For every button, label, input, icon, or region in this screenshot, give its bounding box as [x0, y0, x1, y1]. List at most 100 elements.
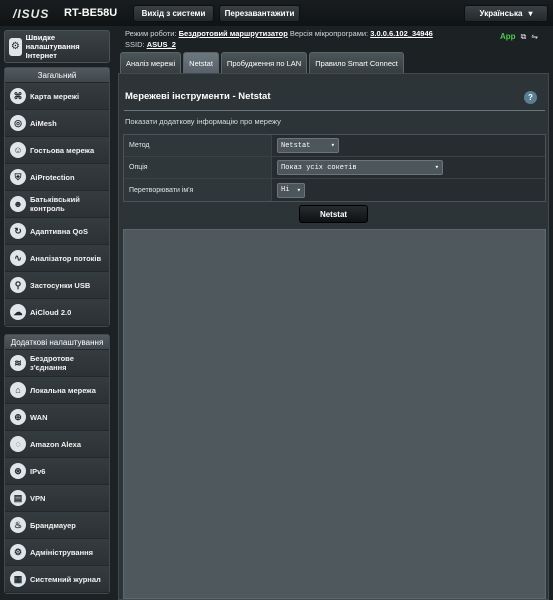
sidebar-item-cloud[interactable]: ☁ AiCloud 2.0: [5, 299, 109, 326]
firmware-version-link[interactable]: 3.0.0.6.102_34946: [370, 29, 433, 38]
sidebar-item-administration[interactable]: ⚙ Адміністрування: [5, 539, 109, 566]
page-title: Мережеві інструменти - Netstat: [125, 91, 271, 102]
parental-control-icon: ☻: [10, 196, 26, 212]
advanced-menu: Додаткові налаштування ≋ Бездротове з'єдн…: [4, 334, 110, 594]
guest-network-icon: ☺: [10, 142, 26, 158]
sidebar-item-label: Батьківський контроль: [30, 195, 80, 213]
lan-icon: ⌂: [10, 382, 26, 398]
status-info: Режим роботи: Бездротовий маршрутизатор …: [125, 28, 433, 50]
sidebar-item-label: Адаптивна QoS: [30, 226, 88, 236]
netstat-run-button[interactable]: Netstat: [299, 205, 368, 223]
help-icon[interactable]: ?: [524, 91, 537, 104]
tab-network-analysis[interactable]: Аналіз мережі: [120, 52, 182, 73]
sidebar-item-guest-network[interactable]: ☺ Гостьова мережа: [5, 137, 109, 164]
shield-icon: ⛨: [10, 169, 26, 185]
usb-icon: ⚲: [10, 277, 26, 293]
firewall-icon: ♨: [10, 517, 26, 533]
resolve-name-label: Перетворювати ім'я: [124, 179, 272, 201]
sidebar-item-ipv6[interactable]: ⊛ IPv6: [5, 458, 109, 485]
sidebar-item-label: Бездротове з'єднання: [30, 354, 74, 372]
sidebar-item-label: Локальна мережа: [30, 385, 96, 395]
method-value: Netstat: [281, 141, 311, 150]
sidebar-item-label: VPN: [30, 493, 46, 503]
reboot-button[interactable]: Перезавантажити: [219, 5, 300, 22]
method-label: Метод: [124, 135, 272, 156]
quick-setup-label: Швидке налаштування Інтернет: [25, 33, 80, 60]
method-select[interactable]: Netstat ▾: [277, 138, 339, 153]
sidebar-item-label: Гостьова мережа: [30, 145, 95, 155]
administration-icon: ⚙: [10, 544, 26, 560]
sidebar-item-label: AiProtection: [30, 172, 75, 182]
sidebar-item-wan[interactable]: ⊕ WAN: [5, 404, 109, 431]
sidebar-item-traffic-analyzer[interactable]: ∿ Аналізатор потоків: [5, 245, 109, 272]
advanced-menu-title: Додаткові налаштування: [5, 335, 109, 350]
tab-bar: Аналіз мережі Netstat Пробудження по LAN…: [120, 52, 404, 73]
sidebar-item-system-log[interactable]: ▦ Системний журнал: [5, 566, 109, 593]
vpn-icon: ▤: [10, 490, 26, 506]
sidebar-item-label: Адміністрування: [30, 547, 94, 557]
divider: [124, 110, 545, 111]
resolve-name-select[interactable]: Ні ▾: [277, 182, 305, 198]
general-menu-title: Загальний: [5, 68, 109, 83]
sidebar-item-shield[interactable]: ⛨ AiProtection: [5, 164, 109, 191]
language-selector[interactable]: Українська ▾: [464, 5, 548, 22]
option-label: Опція: [124, 157, 272, 178]
wan-icon: ⊕: [10, 409, 26, 425]
chevron-down-icon: ▾: [296, 186, 301, 195]
operation-mode-link[interactable]: Бездротовий маршрутизатор: [179, 29, 288, 38]
quick-setup-icon: ⚙: [9, 37, 22, 56]
quick-internet-setup[interactable]: ⚙ Швидке налаштування Інтернет: [4, 30, 110, 63]
sidebar-item-alexa[interactable]: ◌ Amazon Alexa: [5, 431, 109, 458]
model-name: RT-BE58U: [64, 7, 118, 19]
network-map-icon: ⌘: [10, 88, 26, 104]
aimesh-icon: ◎: [10, 115, 26, 131]
network-status-icon[interactable]: ⧉: [521, 32, 527, 42]
language-label: Українська: [479, 9, 523, 18]
tab-wake-on-lan[interactable]: Пробудження по LAN: [220, 52, 308, 73]
form-row-method: Метод Netstat ▾: [124, 135, 545, 157]
alexa-icon: ◌: [10, 436, 26, 452]
sidebar-item-usb[interactable]: ⚲ Застосунки USB: [5, 272, 109, 299]
tab-netstat[interactable]: Netstat: [183, 52, 219, 73]
sidebar-item-qos[interactable]: ↻ Адаптивна QoS: [5, 218, 109, 245]
usb-status-icon[interactable]: ⇋: [531, 32, 538, 42]
firmware-label: Версія мікропрограми:: [289, 29, 369, 38]
sidebar-item-network-map[interactable]: ⌘ Карта мережі: [5, 83, 109, 110]
sidebar-item-wireless[interactable]: ≋ Бездротове з'єднання: [5, 350, 109, 377]
sidebar-item-label: Аналізатор потоків: [30, 253, 102, 263]
qos-icon: ↻: [10, 223, 26, 239]
tab-smart-connect-rule[interactable]: Правило Smart Connect: [309, 52, 404, 73]
sidebar-item-label: Застосунки USB: [30, 280, 91, 290]
sidebar-item-vpn[interactable]: ▤ VPN: [5, 485, 109, 512]
netstat-form: Метод Netstat ▾ Опція Показ усіх сокетів…: [123, 134, 546, 202]
option-select[interactable]: Показ усіх сокетів ▾: [277, 160, 443, 175]
sidebar-item-parental-control[interactable]: ☻ Батьківський контроль: [5, 191, 109, 218]
logout-button[interactable]: Вихід з системи: [133, 5, 214, 22]
traffic-analyzer-icon: ∿: [10, 250, 26, 266]
sidebar-item-label: Amazon Alexa: [30, 439, 81, 449]
sidebar-item-label: AiMesh: [30, 118, 57, 128]
chevron-down-icon: ▾: [330, 142, 335, 150]
sidebar-item-label: Брандмауер: [30, 520, 76, 530]
ipv6-icon: ⊛: [10, 463, 26, 479]
general-menu: Загальний ⌘ Карта мережі ◎ AiMesh ☺ Гостьова …: [4, 67, 110, 327]
netstat-panel: Мережеві інструменти - Netstat ? Показат…: [118, 73, 549, 600]
chevron-down-icon: ▾: [528, 9, 533, 18]
wireless-icon: ≋: [10, 355, 26, 371]
resolve-name-value: Ні: [281, 186, 290, 194]
sidebar-item-firewall[interactable]: ♨ Брандмауер: [5, 512, 109, 539]
sidebar-item-label: AiCloud 2.0: [30, 307, 72, 317]
sidebar-item-lan[interactable]: ⌂ Локальна мережа: [5, 377, 109, 404]
ssid-link[interactable]: ASUS_2: [147, 40, 176, 49]
sidebar-item-label: Карта мережі: [30, 91, 80, 101]
netstat-output-area[interactable]: [123, 229, 546, 599]
form-row-option: Опція Показ усіх сокетів ▾: [124, 157, 545, 179]
mode-label: Режим роботи:: [125, 29, 177, 38]
sidebar-item-label: Системний журнал: [30, 574, 101, 584]
sidebar-item-aimesh[interactable]: ◎ AiMesh: [5, 110, 109, 137]
status-icons: App ⧉ ⇋: [500, 32, 538, 42]
asus-logo[interactable]: /ISUS: [13, 7, 49, 21]
sidebar-item-label: IPv6: [30, 466, 46, 476]
top-bar: /ISUS RT-BE58U Вихід з системи Перезаван…: [0, 0, 553, 26]
app-indicator[interactable]: App: [500, 32, 516, 42]
